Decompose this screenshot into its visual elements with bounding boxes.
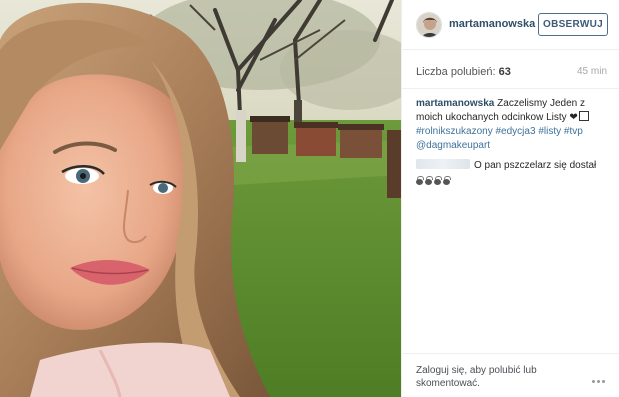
avatar[interactable] [416, 12, 442, 38]
heart-icon: ❤ [569, 112, 578, 123]
post-side-panel: martamanowska OBSERWUJ Liczba polubień: … [401, 0, 619, 397]
follow-button[interactable]: OBSERWUJ [538, 13, 608, 36]
bee-emoji-icon [416, 175, 608, 189]
hashtag-link[interactable]: #edycja3 [496, 126, 536, 137]
instagram-post: martamanowska OBSERWUJ Liczba polubień: … [0, 0, 619, 397]
avatar-image [417, 13, 441, 37]
hashtag-link[interactable]: #tvp [564, 126, 583, 137]
post-timestamp[interactable]: 45 min [577, 66, 607, 77]
selfie-orchard-image [0, 0, 401, 397]
more-options-icon[interactable] [592, 370, 610, 383]
hashtag-link[interactable]: #rolnikszukazony [416, 126, 493, 137]
login-prompt[interactable]: Zaloguj się, aby polubić lub skomentować… [416, 364, 566, 390]
post-footer: Zaloguj się, aby polubić lub skomentować… [402, 353, 619, 397]
hashtag-link[interactable]: #listy [538, 126, 561, 137]
mention-link[interactable]: @dagmakeupart [416, 140, 490, 151]
comments-section: martamanowska Zaczelismy Jeden z moich u… [416, 97, 608, 189]
post-stats: Liczba polubień: 63 45 min [402, 50, 619, 89]
likes-number: 63 [498, 66, 511, 78]
caption: martamanowska Zaczelismy Jeden z moich u… [416, 97, 608, 153]
emoji-icon [578, 111, 589, 121]
post-header: martamanowska OBSERWUJ [402, 0, 619, 50]
likes-label: Liczba polubień: [416, 66, 496, 78]
username-link[interactable]: martamanowska [449, 18, 535, 30]
comment-text: O pan pszczelarz się dostał [474, 160, 597, 171]
likes-count[interactable]: Liczba polubień: 63 [416, 66, 511, 78]
caption-username[interactable]: martamanowska [416, 98, 494, 109]
comment: O pan pszczelarz się dostał [416, 159, 608, 189]
post-photo[interactable] [0, 0, 401, 397]
comment-username-blurred [416, 159, 470, 169]
